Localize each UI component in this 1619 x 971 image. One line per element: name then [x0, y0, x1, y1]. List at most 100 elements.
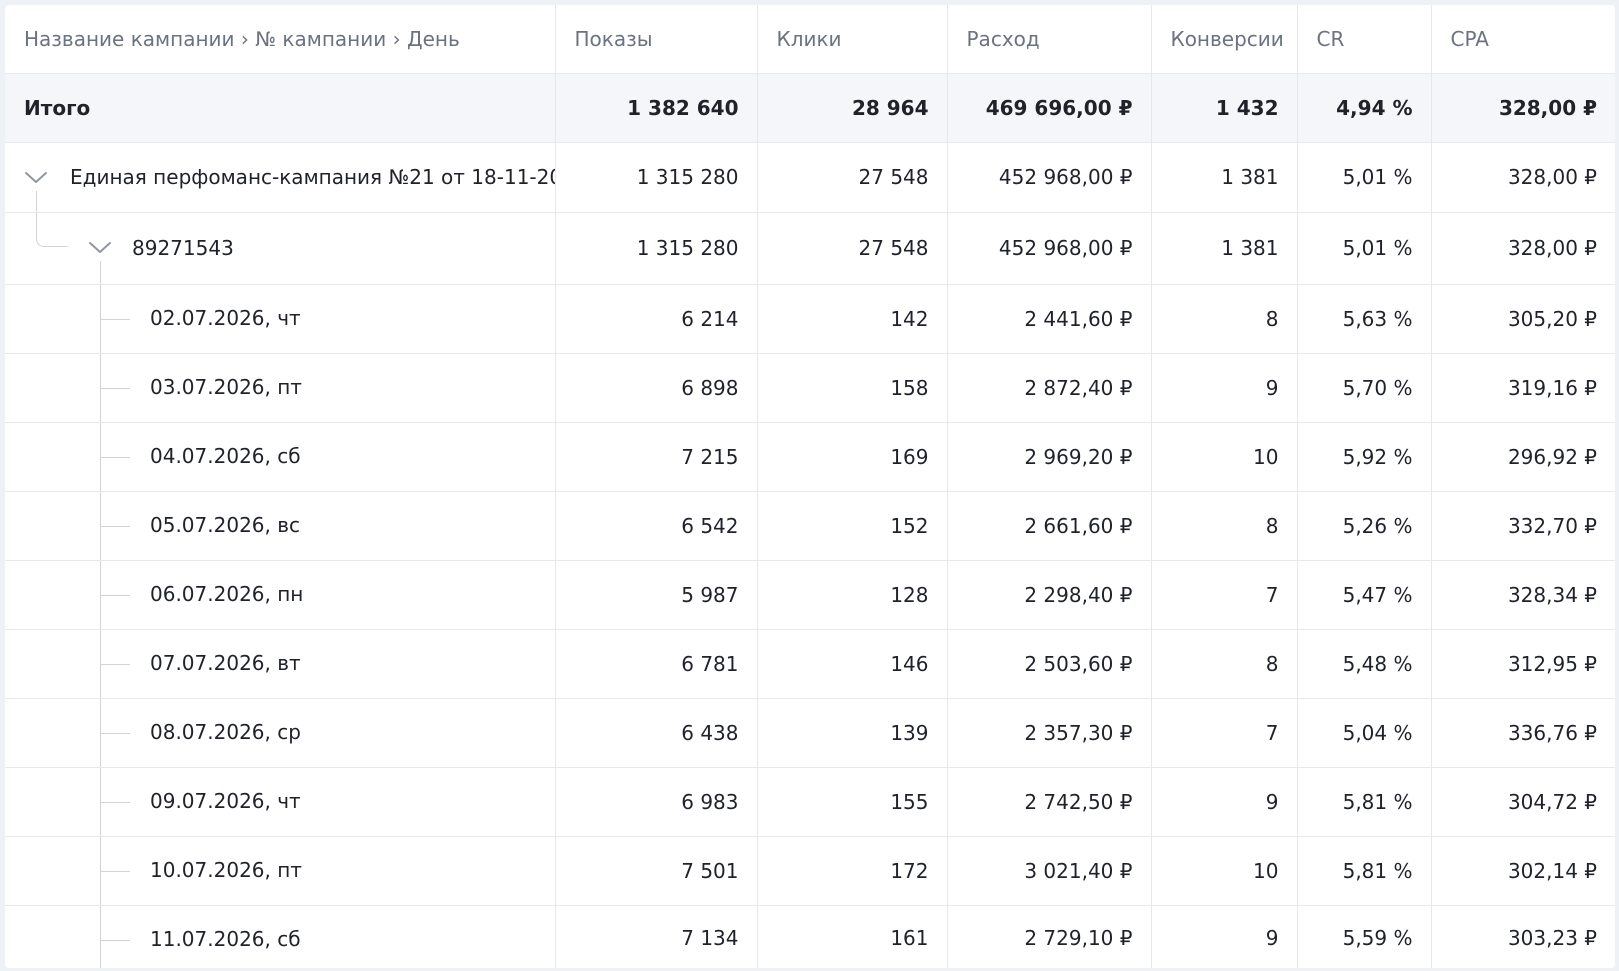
- table-row[interactable]: 03.07.2026, пт 6 898 158 2 872,40 ₽9 5,70 % 3…: [5, 353, 1615, 423]
- column-header-clicks[interactable]: Клики: [757, 5, 948, 74]
- day-conversions: 10: [1151, 836, 1298, 906]
- day-cr: 5,81 %: [1297, 836, 1432, 906]
- total-conversions: 1 432: [1151, 73, 1298, 143]
- campaign-row[interactable]: Единая перфоманс-кампания №21 от 18-11-2…: [5, 142, 1615, 213]
- day-cost: 2 661,60 ₽: [947, 491, 1152, 561]
- column-header-cost[interactable]: Расход: [947, 5, 1152, 74]
- day-conversions: 9: [1151, 905, 1298, 968]
- campaign-clicks: 27 548: [757, 142, 948, 213]
- table-row[interactable]: 09.07.2026, чт 6 983 155 2 742,50 ₽9 5,81 % 3…: [5, 767, 1615, 837]
- total-label: Итого: [5, 73, 556, 143]
- day-cost: 2 729,10 ₽: [947, 905, 1152, 968]
- day-cpa: 305,20 ₽: [1431, 284, 1615, 354]
- tree-line: [100, 594, 130, 596]
- day-impressions: 6 898: [555, 353, 758, 423]
- column-header-name[interactable]: Название кампании › № кампании › День: [5, 5, 556, 74]
- day-label: 10.07.2026, пт: [150, 857, 302, 882]
- total-cost: 469 696,00 ₽: [947, 73, 1152, 143]
- column-header-impressions[interactable]: Показы: [555, 5, 758, 74]
- campaign-id: 89271543: [132, 235, 234, 260]
- day-cr: 5,47 %: [1297, 560, 1432, 630]
- day-cpa: 319,16 ₽: [1431, 353, 1615, 423]
- day-label: 05.07.2026, вс: [150, 512, 301, 537]
- campaign-id-cpa: 328,00 ₽: [1431, 212, 1615, 285]
- day-cost: 3 021,40 ₽: [947, 836, 1152, 906]
- chevron-down-icon[interactable]: [23, 170, 49, 186]
- day-label: 02.07.2026, чт: [150, 305, 301, 330]
- day-cost: 2 969,20 ₽: [947, 422, 1152, 492]
- day-cr: 5,63 %: [1297, 284, 1432, 354]
- table-row[interactable]: 04.07.2026, сб 7 215 169 2 969,20 ₽10 5,92 %…: [5, 422, 1615, 492]
- column-header-cpa[interactable]: CPA: [1431, 5, 1615, 74]
- day-impressions: 6 214: [555, 284, 758, 354]
- day-name-cell: 11.07.2026, сб: [5, 905, 556, 968]
- campaign-id-clicks: 27 548: [757, 212, 948, 285]
- table-row[interactable]: 05.07.2026, вс 6 542 152 2 661,60 ₽8 5,26 % 3…: [5, 491, 1615, 561]
- column-header-cr[interactable]: CR: [1297, 5, 1432, 74]
- day-name-cell: 08.07.2026, ср: [5, 698, 556, 768]
- campaign-id-conversions: 1 381: [1151, 212, 1298, 285]
- day-clicks: 139: [757, 698, 948, 768]
- tree-line: [36, 190, 37, 211]
- day-cost: 2 298,40 ₽: [947, 560, 1152, 630]
- tree-line: [100, 387, 130, 389]
- day-name-cell: 05.07.2026, вс: [5, 491, 556, 561]
- table-row[interactable]: 11.07.2026, сб 7 134 161 2 729,10 ₽9 5,59 % 3…: [5, 905, 1615, 968]
- table-row[interactable]: 06.07.2026, пн 5 987 128 2 298,40 ₽7 5,47 % 3…: [5, 560, 1615, 630]
- day-clicks: 172: [757, 836, 948, 906]
- day-cpa: 304,72 ₽: [1431, 767, 1615, 837]
- total-impressions: 1 382 640: [555, 73, 758, 143]
- day-conversions: 8: [1151, 491, 1298, 561]
- day-name-cell: 09.07.2026, чт: [5, 767, 556, 837]
- day-clicks: 146: [757, 629, 948, 699]
- tree-line: [36, 212, 68, 247]
- campaign-id-row[interactable]: 89271543 1 315 280 27 548 452 968,00 ₽ 1…: [5, 212, 1615, 285]
- day-label: 06.07.2026, пн: [150, 581, 304, 606]
- day-conversions: 8: [1151, 284, 1298, 354]
- day-cpa: 296,92 ₽: [1431, 422, 1615, 492]
- tree-line: [100, 801, 130, 803]
- day-name-cell: 06.07.2026, пн: [5, 560, 556, 630]
- day-label: 08.07.2026, ср: [150, 719, 301, 744]
- day-name-cell: 03.07.2026, пт: [5, 353, 556, 423]
- day-cost: 2 872,40 ₽: [947, 353, 1152, 423]
- chevron-down-icon[interactable]: [87, 240, 113, 256]
- table-row[interactable]: 02.07.2026, чт 6 214 142 2 441,60 ₽8 5,63 % 3…: [5, 284, 1615, 354]
- day-cr: 5,04 %: [1297, 698, 1432, 768]
- table-row[interactable]: 10.07.2026, пт 7 501 172 3 021,40 ₽10 5,81 %…: [5, 836, 1615, 906]
- column-header-conversions[interactable]: Конверсии: [1151, 5, 1298, 74]
- total-row: Итого 1 382 640 28 964 469 696,00 ₽ 1 43…: [5, 73, 1615, 143]
- day-impressions: 6 983: [555, 767, 758, 837]
- day-conversions: 9: [1151, 353, 1298, 423]
- stats-table: Название кампании › № кампании › День По…: [5, 5, 1615, 968]
- day-name-cell: 10.07.2026, пт: [5, 836, 556, 906]
- campaign-id-cost: 452 968,00 ₽: [947, 212, 1152, 285]
- day-clicks: 161: [757, 905, 948, 968]
- day-impressions: 7 134: [555, 905, 758, 968]
- day-conversions: 7: [1151, 698, 1298, 768]
- day-cpa: 336,76 ₽: [1431, 698, 1615, 768]
- day-cr: 5,81 %: [1297, 767, 1432, 837]
- day-label: 04.07.2026, сб: [150, 443, 301, 468]
- day-cr: 5,70 %: [1297, 353, 1432, 423]
- day-clicks: 158: [757, 353, 948, 423]
- total-cpa: 328,00 ₽: [1431, 73, 1615, 143]
- table-row[interactable]: 08.07.2026, ср 6 438 139 2 357,30 ₽7 5,04 % 3…: [5, 698, 1615, 768]
- day-label: 03.07.2026, пт: [150, 374, 302, 399]
- day-conversions: 9: [1151, 767, 1298, 837]
- day-cr: 5,48 %: [1297, 629, 1432, 699]
- day-clicks: 142: [757, 284, 948, 354]
- day-clicks: 155: [757, 767, 948, 837]
- day-clicks: 128: [757, 560, 948, 630]
- tree-line: [100, 732, 130, 734]
- day-cost: 2 503,60 ₽: [947, 629, 1152, 699]
- day-clicks: 169: [757, 422, 948, 492]
- campaign-conversions: 1 381: [1151, 142, 1298, 213]
- day-label: 07.07.2026, вт: [150, 650, 301, 675]
- day-impressions: 7 501: [555, 836, 758, 906]
- campaign-id-impressions: 1 315 280: [555, 212, 758, 285]
- day-cpa: 302,14 ₽: [1431, 836, 1615, 906]
- day-cpa: 303,23 ₽: [1507, 926, 1597, 951]
- table-row[interactable]: 07.07.2026, вт 6 781 146 2 503,60 ₽8 5,48 % 3…: [5, 629, 1615, 699]
- day-cpa: 332,70 ₽: [1431, 491, 1615, 561]
